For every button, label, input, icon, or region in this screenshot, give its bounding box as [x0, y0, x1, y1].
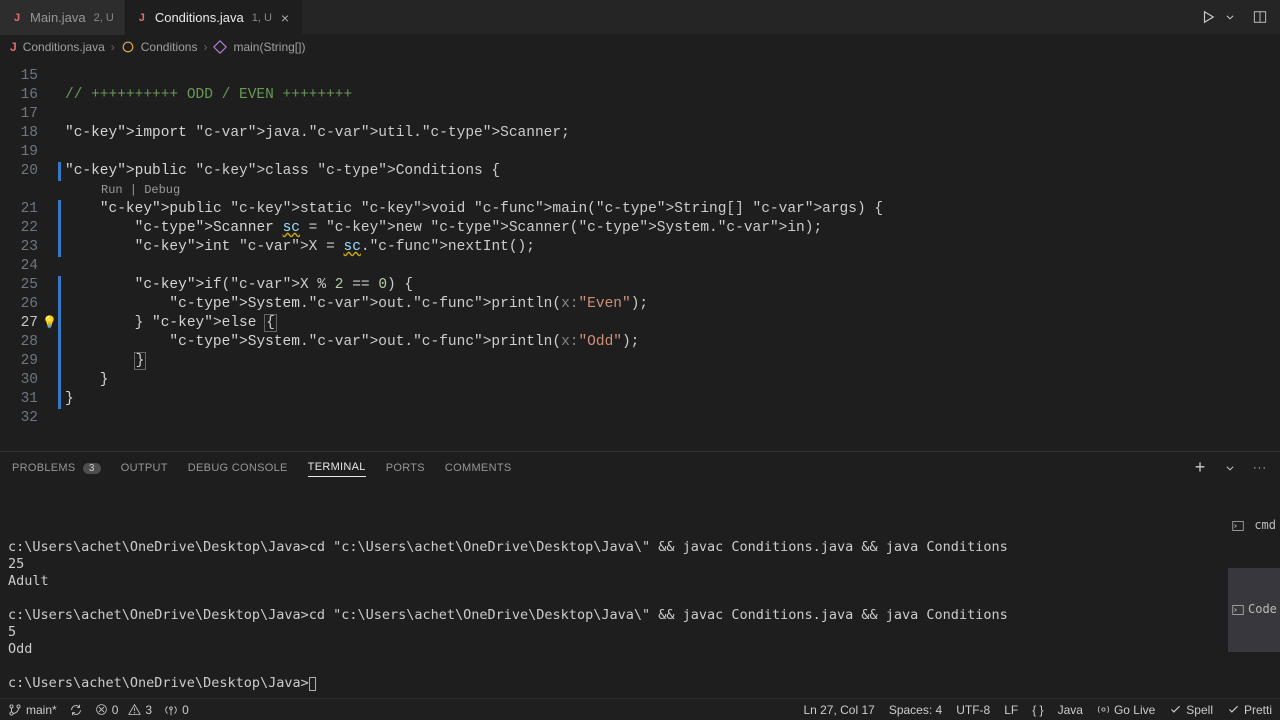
run-icon[interactable] [1200, 9, 1216, 25]
status-spaces[interactable]: Spaces: 4 [889, 703, 942, 717]
terminal[interactable]: cmd Code c:\Users\achet\OneDrive\Desktop… [0, 484, 1280, 698]
breadcrumb-class[interactable]: Conditions [141, 40, 198, 54]
more-icon[interactable]: ··· [1252, 460, 1268, 476]
tab-bar: J Main.java 2, U J Conditions.java 1, U … [0, 0, 1280, 35]
tab-actions [1200, 0, 1280, 34]
terminal-sidebar: cmd Code [1228, 484, 1280, 652]
panel-tabs: PROBLEMS 3 OUTPUT DEBUG CONSOLE TERMINAL… [0, 452, 1280, 484]
lightbulb-icon[interactable]: 💡 [42, 314, 57, 333]
terminal-session-cmd[interactable]: cmd [1228, 484, 1280, 568]
chevron-right-icon: › [111, 40, 115, 54]
java-file-icon: J [135, 11, 149, 25]
tab-terminal[interactable]: TERMINAL [308, 461, 366, 477]
status-sync[interactable] [69, 703, 83, 717]
tab-conditions-java[interactable]: J Conditions.java 1, U × [125, 0, 303, 35]
class-icon [121, 40, 135, 54]
status-prettier[interactable]: Pretti [1227, 703, 1272, 717]
terminal-dropdown-icon[interactable] [1222, 460, 1238, 476]
status-language[interactable]: Java [1058, 703, 1083, 717]
tab-label: Main.java [30, 10, 86, 25]
breadcrumb-method[interactable]: main(String[]) [233, 40, 305, 54]
tab-problems[interactable]: PROBLEMS 3 [12, 462, 101, 474]
status-ports[interactable]: 0 [164, 703, 189, 717]
status-golive[interactable]: Go Live [1097, 703, 1155, 717]
tab-main-java[interactable]: J Main.java 2, U [0, 0, 125, 35]
terminal-icon [1232, 570, 1244, 650]
bulb-column: 💡 [46, 59, 58, 451]
terminal-icon [1232, 486, 1250, 566]
status-spell[interactable]: Spell [1169, 703, 1213, 717]
sync-icon [69, 703, 83, 717]
java-file-icon: J [10, 11, 24, 25]
java-file-icon: J [10, 40, 17, 54]
status-lang-braces[interactable]: { } [1032, 703, 1043, 717]
method-icon [213, 40, 227, 54]
check-icon [1169, 703, 1182, 716]
error-icon [95, 703, 108, 716]
status-branch[interactable]: main* [8, 703, 57, 717]
status-eol[interactable]: LF [1004, 703, 1018, 717]
close-icon[interactable]: × [278, 10, 292, 26]
warning-icon [128, 703, 141, 716]
breadcrumb-file[interactable]: Conditions.java [23, 40, 105, 54]
terminal-session-code[interactable]: Code [1228, 568, 1280, 652]
breadcrumbs[interactable]: J Conditions.java › Conditions › main(St… [0, 35, 1280, 59]
tab-mods: 1, U [252, 12, 272, 24]
status-encoding[interactable]: UTF-8 [956, 703, 990, 717]
tab-comments[interactable]: COMMENTS [445, 462, 512, 474]
tab-ports[interactable]: PORTS [386, 462, 425, 474]
radio-tower-icon [164, 703, 178, 717]
code-area[interactable]: // ++++++++++ ODD / EVEN ++++++++"c-key"… [61, 59, 883, 451]
editor[interactable]: 151617181920 212223242526272829303132 💡 … [0, 59, 1280, 451]
bottom-panel: PROBLEMS 3 OUTPUT DEBUG CONSOLE TERMINAL… [0, 451, 1280, 698]
codelens-run-debug[interactable]: Run | Debug [65, 181, 883, 200]
status-bar: main* 0 3 0 Ln 27, Col 17 Spaces: 4 UTF-… [0, 698, 1280, 720]
problems-badge: 3 [83, 463, 101, 474]
tab-output[interactable]: OUTPUT [121, 462, 168, 474]
terminal-cursor [309, 677, 316, 691]
tab-label: Conditions.java [155, 10, 244, 25]
status-errors[interactable]: 0 3 [95, 703, 152, 717]
branch-icon [8, 703, 22, 717]
tab-mods: 2, U [94, 12, 114, 24]
new-terminal-icon[interactable]: + [1192, 460, 1208, 476]
run-dropdown-icon[interactable] [1222, 9, 1238, 25]
check-icon [1227, 703, 1240, 716]
broadcast-icon [1097, 703, 1110, 716]
tab-debug-console[interactable]: DEBUG CONSOLE [188, 462, 288, 474]
chevron-right-icon: › [203, 40, 207, 54]
split-editor-icon[interactable] [1252, 9, 1268, 25]
status-position[interactable]: Ln 27, Col 17 [803, 703, 874, 717]
gutter: 151617181920 212223242526272829303132 [0, 59, 46, 451]
